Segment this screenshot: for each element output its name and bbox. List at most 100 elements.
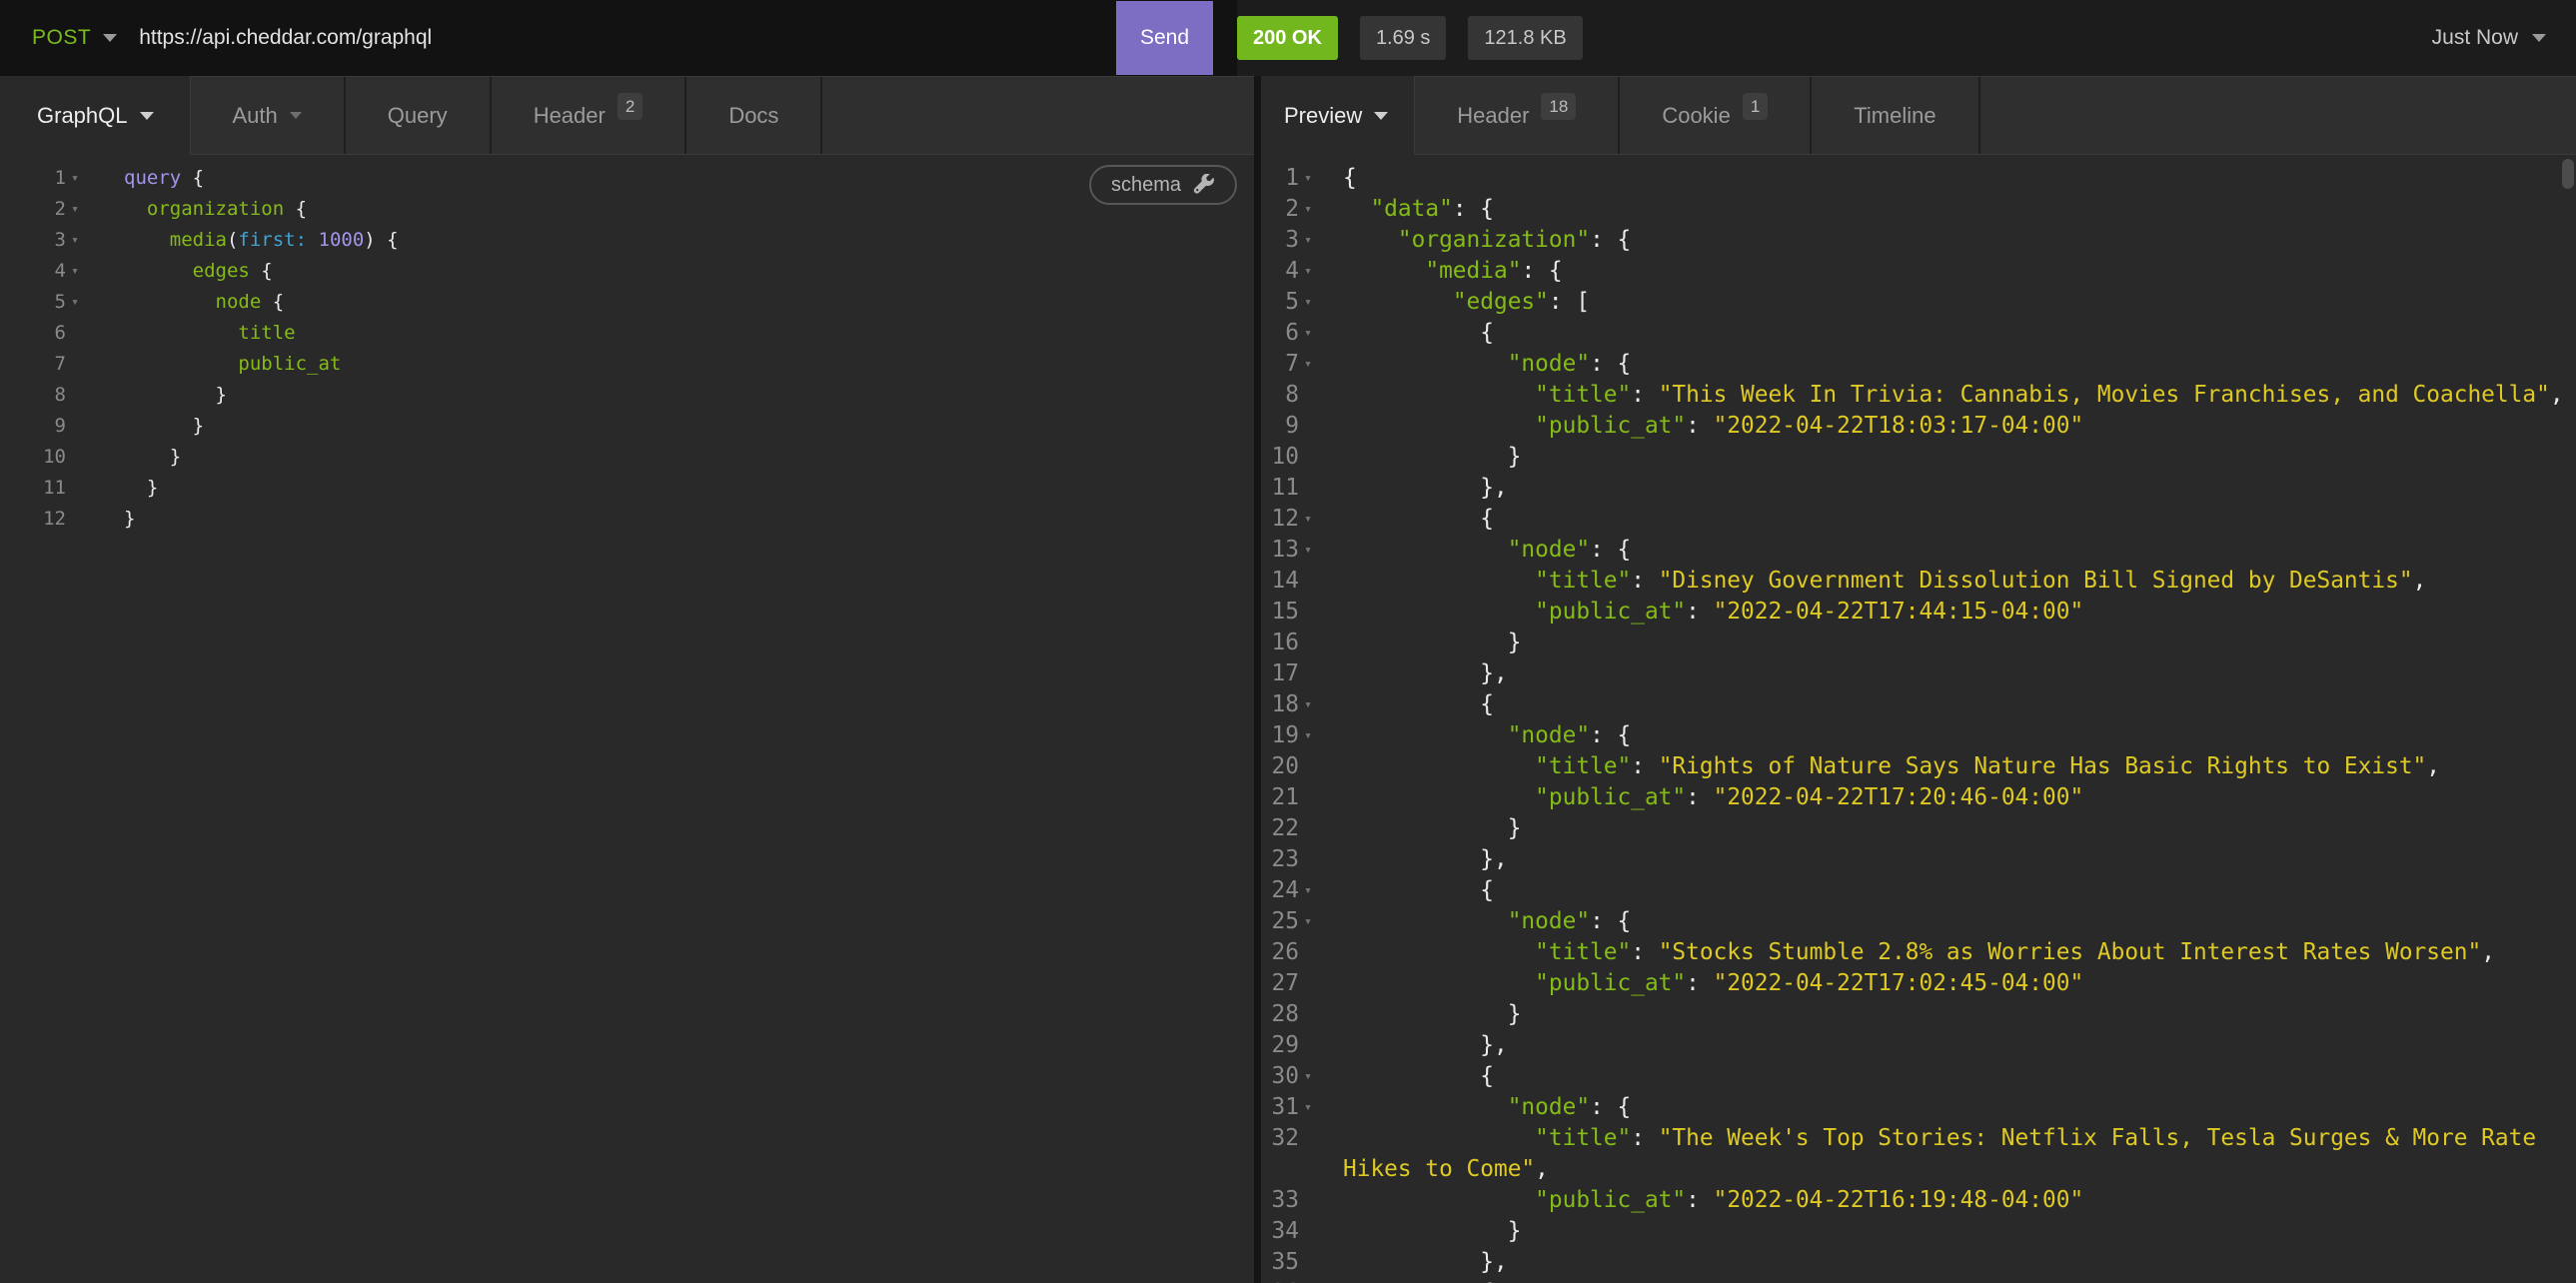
fold-gutter-spacer [1299,968,1317,999]
code-line: 34 } [1261,1216,2576,1247]
response-tabs: Header18Cookie1Timeline [1414,76,2576,155]
request-tabs: AuthQueryHeader2 Docs [190,76,1255,155]
line-number: 8 [0,380,66,411]
line-number: 3 [1261,225,1299,256]
code-line: 21 "public_at": "2022-04-22T17:20:46-04:… [1261,782,2576,813]
view-type-dropdown[interactable]: Preview [1261,76,1414,155]
line-number: 29 [1261,1030,1299,1061]
line-number: 1 [1261,163,1299,194]
code-line: 6▾ { [1261,318,2576,349]
tab-label: Docs [728,103,778,129]
tab-label: Cookie [1662,103,1730,129]
fold-gutter-spacer [1299,1030,1317,1061]
line-number: 4 [0,256,66,287]
fold-gutter-spacer [1299,442,1317,473]
code-text: }, [1317,1247,2576,1278]
response-history-dropdown[interactable]: Just Now [2432,26,2546,50]
code-text: }, [1317,1030,2576,1061]
tab-header[interactable]: Header18 [1415,77,1620,154]
fold-arrow-icon[interactable]: ▾ [66,163,84,194]
fold-gutter-spacer [1299,473,1317,504]
fold-arrow-icon[interactable]: ▾ [1299,689,1317,720]
line-number: 36 [1261,1278,1299,1283]
code-line: 19▾ "node": { [1261,720,2576,751]
code-text: "node": { [1317,720,2576,751]
fold-gutter-spacer [1299,1185,1317,1216]
code-text: "edges": [ [1317,287,2576,318]
code-line: 36▾ { [1261,1278,2576,1283]
caret-down-icon [1374,112,1388,120]
response-preview-editor[interactable]: 1▾{2▾ "data": {3▾ "organization": {4▾ "m… [1261,155,2576,1283]
fold-arrow-icon[interactable]: ▾ [1299,163,1317,194]
line-number: 10 [0,442,66,473]
code-text: "public_at": "2022-04-22T17:20:46-04:00" [1317,782,2576,813]
code-line: 9 } [0,411,1254,442]
line-number: 3 [0,225,66,256]
code-line: 30▾ { [1261,1061,2576,1092]
fold-arrow-icon[interactable]: ▾ [1299,194,1317,225]
tab-query[interactable]: Query [346,77,492,154]
line-number: 5 [1261,287,1299,318]
fold-arrow-icon[interactable]: ▾ [66,225,84,256]
line-number: 6 [0,318,66,349]
fold-arrow-icon[interactable]: ▾ [66,287,84,318]
line-number: 28 [1261,999,1299,1030]
fold-arrow-icon[interactable]: ▾ [1299,720,1317,751]
fold-arrow-icon[interactable]: ▾ [1299,225,1317,256]
scrollbar-track[interactable] [2560,155,2576,1283]
tab-auth[interactable]: Auth [191,77,346,154]
fold-gutter-spacer [1299,628,1317,658]
method-label: POST [32,26,91,50]
fold-arrow-icon[interactable]: ▾ [1299,318,1317,349]
code-line: 1▾{ [1261,163,2576,194]
code-line: 28 } [1261,999,2576,1030]
fold-arrow-icon[interactable]: ▾ [1299,1278,1317,1283]
line-number: 34 [1261,1216,1299,1247]
tab-cookie[interactable]: Cookie1 [1620,77,1812,154]
code-text: } [84,473,1254,504]
graphql-query-editor[interactable]: schema 1▾query {2▾ organization {3▾ medi… [0,155,1254,1283]
code-text: } [1317,813,2576,844]
fold-gutter-spacer [1299,999,1317,1030]
code-text: organization { [84,194,1254,225]
tab-docs[interactable]: Docs [686,77,822,154]
pane-divider[interactable] [1254,76,1261,1283]
line-number: 7 [0,349,66,380]
schema-button[interactable]: schema [1089,165,1237,205]
fold-arrow-icon[interactable]: ▾ [1299,349,1317,380]
code-text: { [1317,689,2576,720]
tab-header[interactable]: Header2 [492,77,687,154]
send-button[interactable]: Send [1116,1,1213,75]
line-number: 23 [1261,844,1299,875]
caret-down-icon [2532,34,2546,42]
line-number: 25 [1261,906,1299,937]
fold-arrow-icon[interactable]: ▾ [1299,1061,1317,1092]
tab-timeline[interactable]: Timeline [1812,77,1979,154]
fold-arrow-icon[interactable]: ▾ [1299,875,1317,906]
response-tab-bar: Preview Header18Cookie1Timeline [1261,76,2576,155]
code-text: { [1317,1278,2576,1283]
fold-gutter-spacer [1299,1123,1317,1185]
body-type-dropdown[interactable]: GraphQL [0,76,190,155]
code-line: 32 "title": "The Week's Top Stories: Net… [1261,1123,2576,1185]
fold-arrow-icon[interactable]: ▾ [66,256,84,287]
url-input[interactable]: https://api.cheddar.com/graphql [139,26,1116,50]
fold-arrow-icon[interactable]: ▾ [1299,906,1317,937]
code-line: 2▾ "data": { [1261,194,2576,225]
scrollbar-thumb[interactable] [2562,159,2574,189]
fold-arrow-icon[interactable]: ▾ [1299,287,1317,318]
wrench-icon [1193,174,1215,196]
fold-arrow-icon[interactable]: ▾ [1299,535,1317,566]
code-line: 29 }, [1261,1030,2576,1061]
line-number: 21 [1261,782,1299,813]
line-number: 22 [1261,813,1299,844]
fold-gutter-spacer [66,380,84,411]
fold-arrow-icon[interactable]: ▾ [66,194,84,225]
fold-arrow-icon[interactable]: ▾ [1299,504,1317,535]
code-line: 12▾ { [1261,504,2576,535]
method-select[interactable]: POST [0,26,117,50]
code-line: 2▾ organization { [0,194,1254,225]
fold-arrow-icon[interactable]: ▾ [1299,256,1317,287]
fold-arrow-icon[interactable]: ▾ [1299,1092,1317,1123]
code-line: 6 title [0,318,1254,349]
